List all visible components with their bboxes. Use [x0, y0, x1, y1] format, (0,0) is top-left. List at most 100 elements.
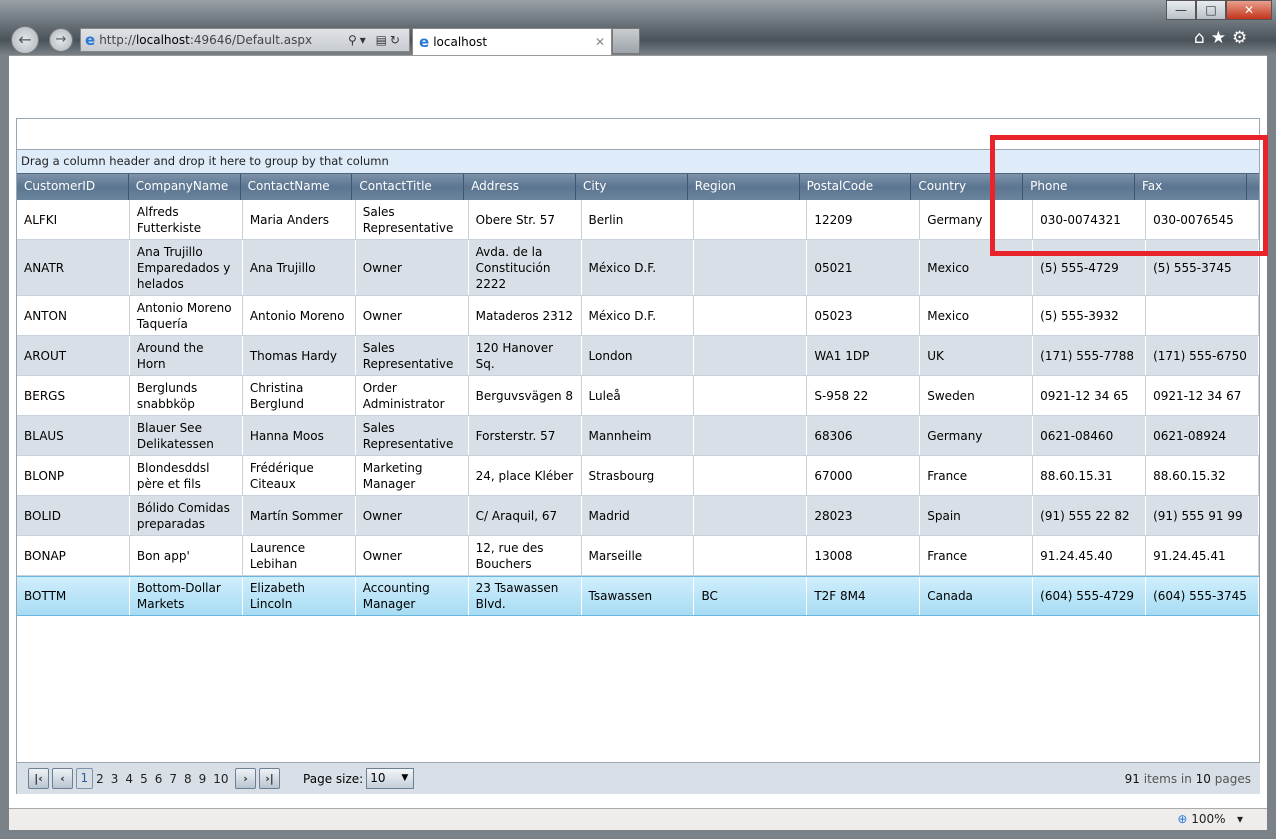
table-row[interactable]: AROUT Around the Horn Thomas Hardy Sales Re…	[17, 336, 1259, 376]
column-header-contactname[interactable]: ContactName	[241, 174, 353, 200]
ie-icon: e	[419, 33, 430, 51]
page-link-1[interactable]: 1	[76, 768, 93, 789]
cell-contactname: Frédérique Citeaux	[243, 456, 356, 495]
cell-fax: 91.24.45.41	[1146, 536, 1259, 575]
prev-page-button[interactable]: ‹	[52, 768, 73, 789]
zoom-icon: ⊕	[1177, 812, 1188, 826]
table-row[interactable]: BOLID Bólido Comidas preparadas Martín Som…	[17, 496, 1259, 536]
ie-icon: e	[85, 31, 96, 49]
cell-postalcode: 67000	[807, 456, 921, 495]
cell-companyname: Berglunds snabbköp	[130, 376, 243, 415]
cell-city: Marseille	[582, 536, 695, 575]
status-bar: ⊕ 100% ▾	[9, 808, 1267, 830]
cell-postalcode: 28023	[807, 496, 921, 535]
pages-count: 10	[1195, 771, 1211, 786]
cell-city: Strasbourg	[582, 456, 695, 495]
pager-info: 91 items in 10 pages	[1125, 772, 1251, 786]
last-page-button[interactable]: ›|	[259, 768, 281, 789]
table-row[interactable]: BOTTM Bottom-Dollar Markets Elizabeth Linc…	[17, 576, 1259, 616]
page-link-2[interactable]: 2	[93, 772, 108, 786]
cell-city: México D.F.	[582, 296, 695, 335]
cell-contactname: Martín Sommer	[243, 496, 356, 535]
table-row[interactable]: BONAP Bon app' Laurence Lebihan Owner 12, ru…	[17, 536, 1259, 576]
page-numbers: 1 2 3 4 5 6 7 8 9 10	[76, 768, 232, 789]
cell-contacttitle: Order Administrator	[356, 376, 469, 415]
column-header-contacttitle[interactable]: ContactTitle	[352, 174, 465, 200]
cell-postalcode: S-958 22	[807, 376, 921, 415]
cell-companyname: Bottom-Dollar Markets	[130, 577, 243, 615]
zoom-level: 100%	[1191, 812, 1226, 826]
column-header-customerid[interactable]: CustomerID	[17, 174, 129, 200]
cell-address: Forsterstr. 57	[469, 416, 582, 455]
cell-address: Mataderos 2312	[469, 296, 582, 335]
maximize-button[interactable]: □	[1196, 0, 1226, 20]
cell-address: 23 Tsawassen Blvd.	[469, 577, 582, 615]
cell-customerid: BOTTM	[17, 577, 130, 615]
cell-address: 12, rue des Bouchers	[469, 536, 582, 575]
address-tools-icons[interactable]: ⚲▾ ▤↻	[348, 33, 403, 47]
cell-phone: (5) 555-3932	[1033, 296, 1147, 335]
column-header-postalcode[interactable]: PostalCode	[800, 174, 912, 200]
table-row[interactable]: BERGS Berglunds snabbköp Christina Berglun…	[17, 376, 1259, 416]
close-tab-icon[interactable]: ✕	[595, 35, 605, 49]
cell-customerid: BLONP	[17, 456, 130, 495]
forward-button[interactable]: →	[49, 28, 73, 52]
cell-contactname: Laurence Lebihan	[243, 536, 356, 575]
page-link-4[interactable]: 4	[122, 772, 137, 786]
grid-pager: |‹ ‹ 1 2 3 4 5 6 7 8 9 10 › ›| Page size: 10 ▼ 91 …	[16, 762, 1260, 794]
next-page-button[interactable]: ›	[235, 768, 257, 789]
cell-city: Mannheim	[582, 416, 695, 455]
grid-body: ALFKI Alfreds Futterkiste Maria Anders Sale…	[17, 200, 1259, 616]
cell-region	[694, 416, 808, 455]
cell-region	[694, 200, 808, 239]
table-row[interactable]: BLONP Blondesddsl père et fils Frédérique …	[17, 456, 1259, 496]
cell-customerid: ANATR	[17, 240, 130, 295]
page-link-5[interactable]: 5	[137, 772, 152, 786]
cell-fax: (171) 555-6750	[1146, 336, 1259, 375]
cell-phone: (604) 555-4729	[1033, 577, 1147, 615]
cell-address: Obere Str. 57	[469, 200, 582, 239]
cell-contacttitle: Owner	[356, 496, 469, 535]
cell-postalcode: 12209	[807, 200, 921, 239]
cell-city: Madrid	[582, 496, 695, 535]
pages-text: pages	[1210, 771, 1251, 786]
close-window-button[interactable]: ✕	[1226, 0, 1272, 20]
page-link-9[interactable]: 9	[195, 772, 210, 786]
column-header-city[interactable]: City	[576, 174, 688, 200]
new-tab-button[interactable]	[612, 28, 640, 54]
page-link-6[interactable]: 6	[151, 772, 166, 786]
cell-country: UK	[920, 336, 1034, 375]
table-row[interactable]: ANTON Antonio Moreno Taquería Antonio More…	[17, 296, 1259, 336]
zoom-control[interactable]: ⊕ 100% ▾	[1177, 812, 1243, 826]
cell-companyname: Blauer See Delikatessen	[130, 416, 243, 455]
cell-contactname: Hanna Moos	[243, 416, 356, 455]
home-icon[interactable]: ⌂	[1194, 28, 1211, 48]
cell-phone: 88.60.15.31	[1033, 456, 1147, 495]
cell-contactname: Elizabeth Lincoln	[243, 577, 356, 615]
browser-tab[interactable]: e localhost ✕	[412, 28, 612, 55]
cell-phone: 0621-08460	[1033, 416, 1147, 455]
page-link-10[interactable]: 10	[210, 772, 232, 786]
back-button[interactable]: ←	[11, 26, 39, 54]
first-page-button[interactable]: |‹	[28, 768, 49, 789]
cell-contacttitle: Owner	[356, 536, 469, 575]
tab-title: localhost	[433, 35, 488, 49]
cell-contacttitle: Sales Representative	[356, 416, 469, 455]
page-link-3[interactable]: 3	[107, 772, 122, 786]
page-link-7[interactable]: 7	[166, 772, 181, 786]
address-bar[interactable]: e http://localhost:49646/Default.aspx ⚲▾…	[80, 28, 410, 52]
cell-country: Mexico	[920, 296, 1034, 335]
column-header-companyname[interactable]: CompanyName	[129, 174, 241, 200]
gear-icon[interactable]: ⚙	[1232, 28, 1253, 48]
page-size-select[interactable]: 10 ▼	[366, 768, 415, 789]
cell-country: Spain	[920, 496, 1034, 535]
cell-contactname: Antonio Moreno	[243, 296, 356, 335]
column-header-region[interactable]: Region	[688, 174, 800, 200]
page-link-8[interactable]: 8	[180, 772, 195, 786]
minimize-button[interactable]: —	[1166, 0, 1196, 20]
cell-city: México D.F.	[582, 240, 695, 295]
favorites-star-icon[interactable]: ★	[1211, 28, 1232, 48]
column-header-address[interactable]: Address	[464, 174, 576, 200]
table-row[interactable]: BLAUS Blauer See Delikatessen Hanna Moos Sa…	[17, 416, 1259, 456]
cell-address: Avda. de la Constitución 2222	[469, 240, 582, 295]
